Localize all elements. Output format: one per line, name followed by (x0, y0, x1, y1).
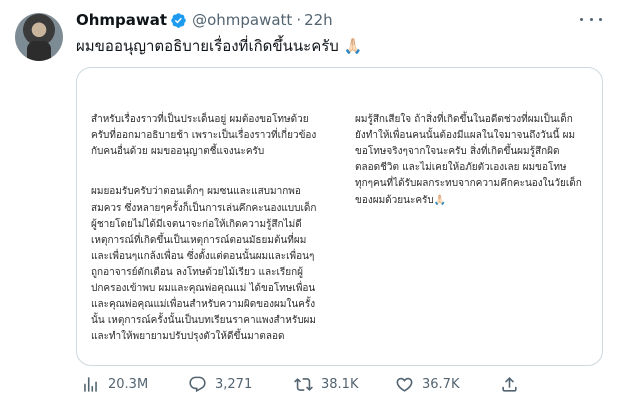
like-button[interactable]: 36.7K (395, 375, 459, 394)
author-handle[interactable]: @ohmpawatt (192, 11, 292, 29)
statement-right-column: ผมรู้สึกเสียใจ ถ้าสิ่งที่เกิดขึ้นในอดีตช… (355, 96, 595, 233)
tweet-timestamp[interactable]: 22h (304, 11, 333, 29)
retweet-icon (294, 377, 313, 391)
tweet-image[interactable]: สำหรับเรื่องราวที่เป็นประเด็นอยู่ ผมต้อง… (76, 67, 603, 366)
avatar-figure (27, 41, 51, 61)
avatar[interactable] (15, 13, 63, 61)
views-button[interactable]: 20.3M (81, 375, 148, 394)
verified-badge-icon (170, 12, 187, 29)
views-icon (84, 376, 97, 392)
statement-paragraph: สำหรับเรื่องราวที่เป็นประเด็นอยู่ ผมต้อง… (91, 114, 317, 158)
retweet-count: 38.1K (321, 376, 359, 392)
reply-button[interactable]: 3,271 (188, 375, 252, 394)
retweet-button[interactable]: 38.1K (294, 375, 358, 394)
share-button[interactable] (500, 375, 527, 394)
statement-paragraph: ผมยอมรับครับว่าตอนเด็กๆ ผมซนและแสบมากพอ … (91, 186, 317, 343)
reply-count: 3,271 (215, 376, 253, 392)
like-icon (396, 377, 413, 392)
share-icon (502, 376, 517, 392)
more-options-icon[interactable] (580, 12, 602, 26)
author-name[interactable]: Ohmpawat (76, 11, 167, 29)
views-count: 20.3M (108, 376, 149, 392)
tweet-header: Ohmpawat @ohmpawatt · 22h (76, 10, 333, 30)
reply-icon (189, 376, 206, 392)
like-count: 36.7K (422, 376, 460, 392)
separator-dot: · (296, 11, 302, 29)
tweet-text: ผมขออนุญาตอธิบายเรื่องที่เกิดขึ้นนะครับ … (76, 37, 363, 55)
statement-paragraph: ผมรู้สึกเสียใจ ถ้าสิ่งที่เกิดขึ้นในอดีตช… (355, 114, 582, 206)
statement-left-column: สำหรับเรื่องราวที่เป็นประเด็นอยู่ ผมต้อง… (91, 96, 323, 365)
tweet-actions: 20.3M 3,271 38.1K 36.7K (76, 372, 546, 396)
